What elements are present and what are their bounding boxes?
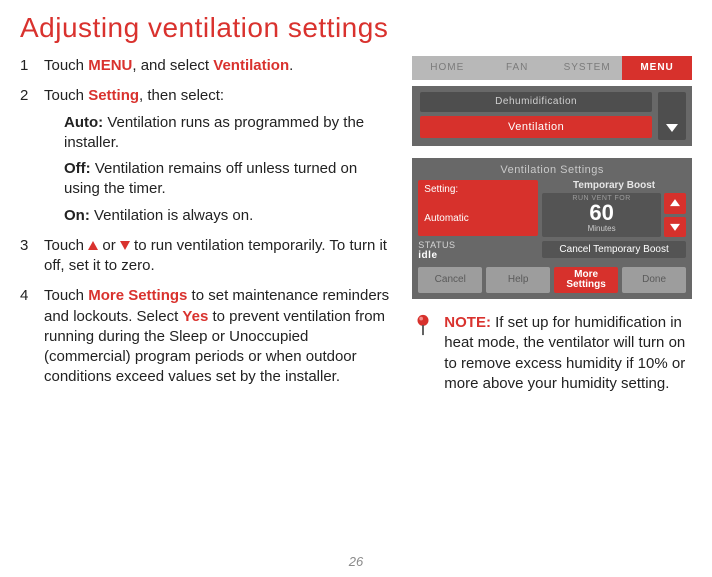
boost-display: RUN VENT FOR 60 Minutes [542, 193, 661, 237]
boost-title: Temporary Boost [542, 180, 686, 191]
status-label: STATUS [418, 240, 455, 250]
cancel-button[interactable]: Cancel [418, 267, 482, 293]
note-label: NOTE: [444, 314, 491, 331]
menu-keyword: MENU [88, 57, 132, 74]
yes-keyword: Yes [182, 308, 208, 325]
setting-label: Setting: [424, 184, 532, 195]
ventilation-settings-panel: Ventilation Settings Setting: Automatic … [412, 158, 692, 299]
text: or [98, 237, 120, 254]
arrow-down-icon [120, 241, 130, 250]
auto-label: Auto: [64, 114, 103, 131]
note: NOTE: If set up for humidification in he… [412, 313, 692, 394]
done-button[interactable]: Done [622, 267, 686, 293]
text: . [289, 57, 293, 74]
text: Touch [44, 287, 88, 304]
thermostat-tab-bar: HOME FAN SYSTEM MENU [412, 56, 692, 80]
on-label: On: [64, 207, 90, 224]
pushpin-icon [412, 313, 436, 394]
text: Ventilation runs as programmed by the in… [64, 114, 364, 151]
menu-item-dehumidification[interactable]: Dehumidification [420, 92, 652, 112]
tab-system[interactable]: SYSTEM [552, 56, 622, 80]
tab-menu[interactable]: MENU [622, 56, 692, 80]
off-label: Off: [64, 160, 91, 177]
menu-list: Dehumidification Ventilation [412, 86, 692, 146]
boost-unit: Minutes [542, 224, 661, 233]
status-value: idle [418, 250, 437, 261]
substep-on: On: Ventilation is always on. [64, 206, 394, 226]
text: Ventilation is always on. [90, 207, 253, 224]
instruction-list: Touch MENU, and select Ventilation. Touc… [20, 56, 394, 388]
tab-fan[interactable]: FAN [482, 56, 552, 80]
text: Touch [44, 87, 88, 104]
more-settings-keyword: More Settings [88, 287, 187, 304]
text: Touch [44, 237, 88, 254]
page-number: 26 [349, 554, 363, 569]
menu-item-ventilation[interactable]: Ventilation [420, 116, 652, 138]
tab-home[interactable]: HOME [412, 56, 482, 80]
help-button[interactable]: Help [486, 267, 550, 293]
setting-button[interactable]: Setting: Automatic [418, 180, 538, 236]
setting-keyword: Setting [88, 87, 139, 104]
ventilation-keyword: Ventilation [213, 57, 289, 74]
step-1: Touch MENU, and select Ventilation. [20, 56, 394, 76]
substep-auto: Auto: Ventilation runs as programmed by … [64, 113, 394, 154]
substep-off: Off: Ventilation remains off unless turn… [64, 159, 394, 200]
page-title: Adjusting ventilation settings [20, 12, 692, 44]
step-3: Touch or to run ventilation temporarily.… [20, 236, 394, 277]
text: Touch [44, 57, 88, 74]
step-2: Touch Setting, then select: Auto: Ventil… [20, 86, 394, 226]
more-settings-button[interactable]: More Settings [554, 267, 618, 293]
arrow-up-icon [88, 241, 98, 250]
panel-title: Ventilation Settings [418, 164, 686, 176]
cancel-boost-button[interactable]: Cancel Temporary Boost [542, 241, 686, 258]
setting-value: Automatic [424, 213, 532, 224]
boost-up-button[interactable] [664, 193, 686, 214]
text: , and select [132, 57, 213, 74]
boost-down-button[interactable] [664, 217, 686, 238]
text: Ventilation remains off unless turned on… [64, 160, 357, 197]
scroll-down-button[interactable] [658, 92, 686, 140]
step-4: Touch More Settings to set maintenance r… [20, 286, 394, 387]
boost-value: 60 [542, 202, 661, 224]
text: , then select: [139, 87, 224, 104]
